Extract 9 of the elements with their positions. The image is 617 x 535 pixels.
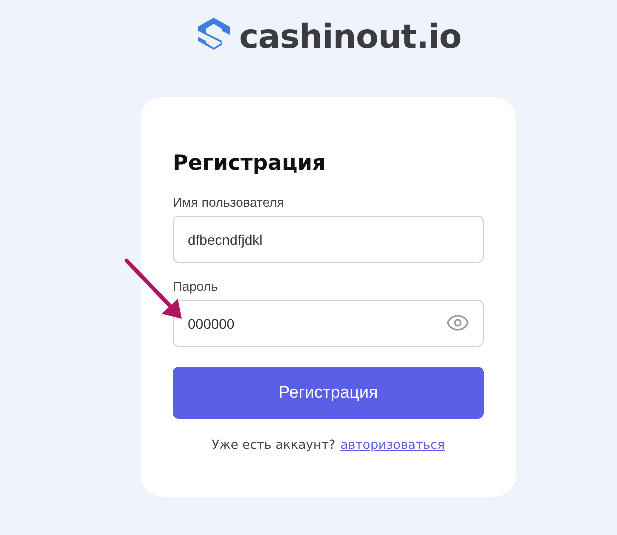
register-button[interactable]: Регистрация	[173, 367, 484, 419]
login-link[interactable]: авторизоваться	[340, 437, 446, 452]
footer-text: Уже есть аккаунт?	[212, 437, 336, 452]
form-title: Регистрация	[173, 151, 327, 175]
username-field[interactable]: dfbecndfjdkl	[173, 216, 484, 263]
logo-text: cashinout.io	[239, 16, 462, 56]
field-label: Имя пользователя	[173, 195, 286, 210]
password-field[interactable]: 000000	[173, 300, 484, 347]
field-label: Пароль	[173, 279, 220, 294]
